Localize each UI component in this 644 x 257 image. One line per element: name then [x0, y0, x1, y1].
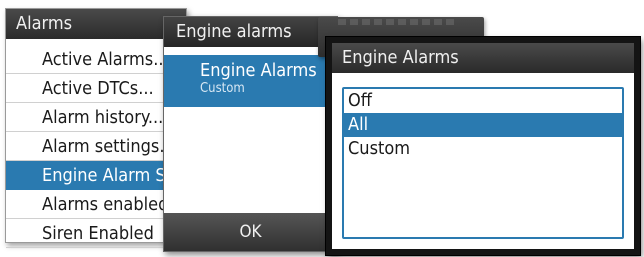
option-custom[interactable]: Custom	[344, 137, 622, 161]
engine-alarms-options-list[interactable]: Off All Custom	[342, 87, 624, 239]
engine-alarms-panel-title: Engine alarms	[164, 17, 337, 47]
option-all[interactable]: All	[344, 113, 622, 137]
obscured-title-text	[338, 19, 458, 25]
menu-item-alarms-enabled[interactable]: Alarms enabled	[6, 190, 186, 219]
menu-item-engine-alarm-settings[interactable]: Engine Alarm Se	[6, 161, 186, 190]
menu-item-active-dtcs[interactable]: Active DTCs...	[6, 74, 186, 103]
ok-button[interactable]: OK	[164, 213, 337, 251]
engine-alarms-setting-item[interactable]: Engine Alarms Custom	[164, 55, 337, 107]
engine-alarms-dialog-body: Engine Alarms Off All Custom	[332, 43, 634, 249]
engine-alarms-setting-label: Engine Alarms	[200, 60, 317, 81]
alarms-menu-title: Alarms	[6, 9, 186, 39]
menu-item-alarm-settings[interactable]: Alarm settings...	[6, 132, 186, 161]
engine-alarms-dialog: Engine Alarms Off All Custom	[326, 37, 640, 255]
menu-item-alarm-history[interactable]: Alarm history...	[6, 103, 186, 132]
menu-item-siren-enabled[interactable]: Siren Enabled	[6, 219, 186, 248]
engine-alarms-panel: Engine alarms Engine Alarms Custom OK	[163, 16, 338, 252]
menu-item-active-alarms[interactable]: Active Alarms...	[6, 45, 186, 74]
alarms-menu-list: Active Alarms... Active DTCs... Alarm hi…	[6, 45, 186, 248]
option-off[interactable]: Off	[344, 89, 622, 113]
engine-alarms-dialog-title: Engine Alarms	[332, 43, 634, 73]
engine-alarms-setting-value: Custom	[200, 81, 245, 96]
alarms-menu-panel: Alarms Active Alarms... Active DTCs... A…	[5, 8, 187, 248]
